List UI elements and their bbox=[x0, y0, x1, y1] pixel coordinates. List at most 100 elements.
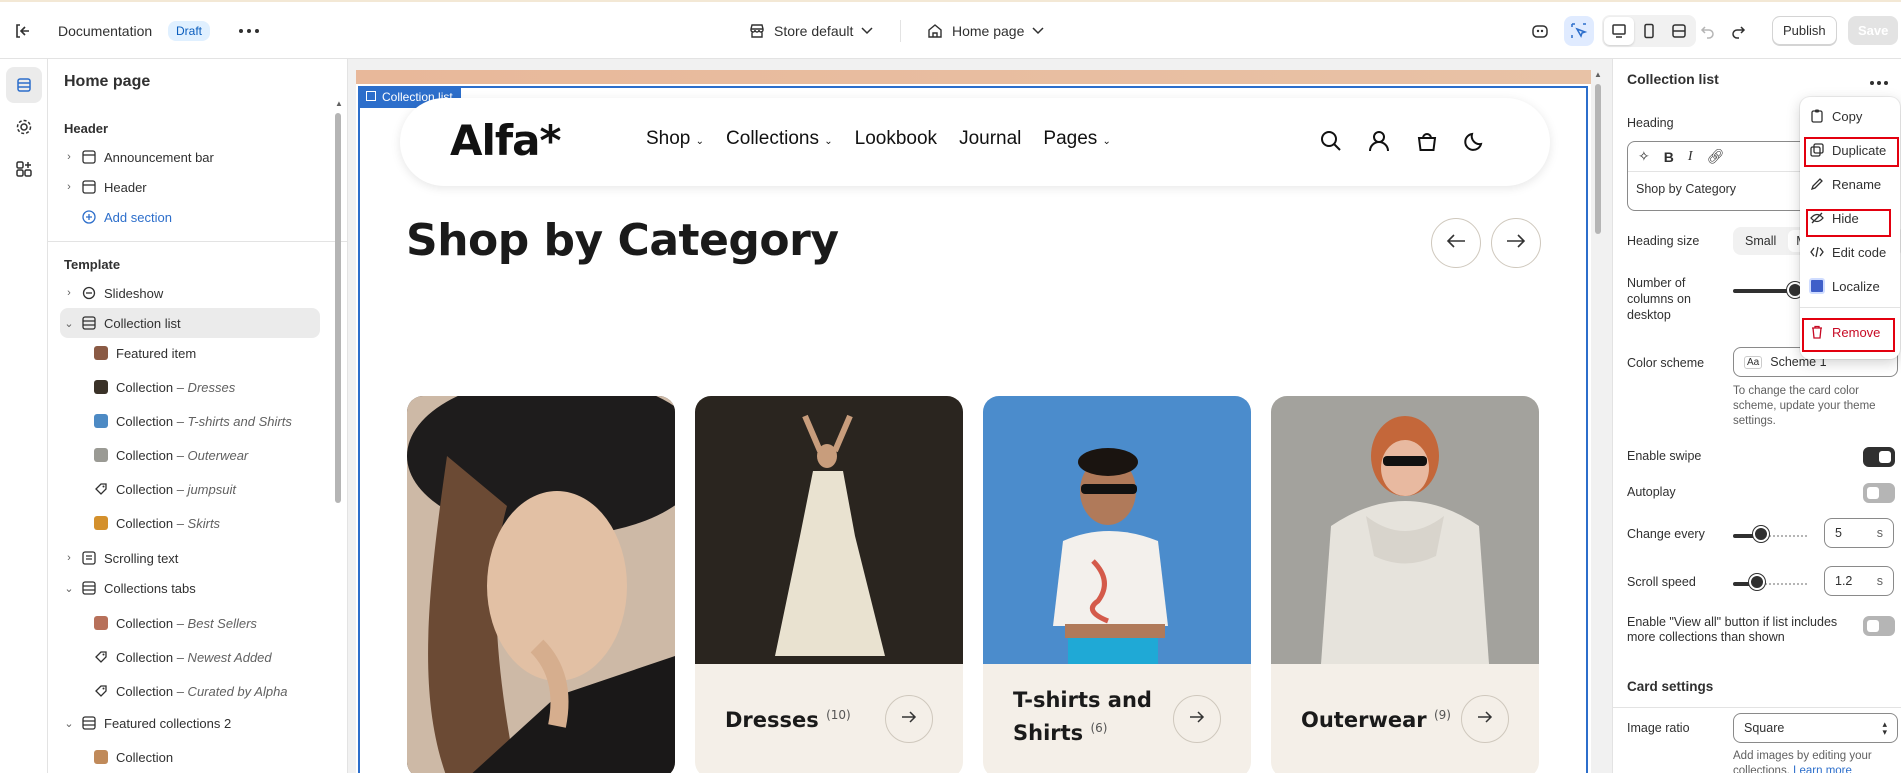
change-every-label: Change every bbox=[1627, 527, 1705, 541]
store-logo[interactable]: Alfa* bbox=[450, 116, 561, 165]
learn-more-link[interactable]: Learn more bbox=[1793, 765, 1852, 773]
context-menu: Copy Duplicate Rename Hide Edit code Loc… bbox=[1800, 97, 1900, 359]
apps-icon[interactable] bbox=[6, 151, 42, 187]
desktop-view-icon[interactable] bbox=[1604, 16, 1634, 45]
add-section-button[interactable]: Add section bbox=[78, 202, 347, 232]
menu-item-hide[interactable]: Hide bbox=[1806, 203, 1900, 233]
ai-sparkle-icon[interactable]: ✧ bbox=[1638, 148, 1650, 165]
icon-rail bbox=[0, 59, 48, 773]
tree-item-collection-newest[interactable]: Collection – Newest Added bbox=[90, 642, 347, 672]
tree-item-featured-collections-2[interactable]: ⌄ Featured collections 2 bbox=[60, 708, 347, 738]
settings-gear-icon[interactable] bbox=[6, 109, 42, 145]
carousel-prev-button[interactable] bbox=[1431, 218, 1481, 268]
chevron-down-icon: ⌄ bbox=[64, 582, 74, 595]
tree-item-collection-curated[interactable]: Collection – Curated by Alpha bbox=[90, 676, 347, 706]
tree-item-slideshow[interactable]: › Slideshow bbox=[60, 278, 347, 308]
account-icon[interactable] bbox=[1368, 130, 1390, 157]
more-options-icon[interactable] bbox=[1869, 73, 1889, 91]
tree-item-label: Collection bbox=[116, 515, 174, 531]
tree-item-collection-jumpsuit[interactable]: Collection – jumpsuit bbox=[90, 474, 347, 504]
scroll-speed-input[interactable]: 1.2 s bbox=[1824, 566, 1894, 596]
preview-scrollbar[interactable]: ▲ bbox=[1592, 70, 1604, 773]
select-chevron-icon: ▴ ▾ bbox=[1882, 719, 1887, 737]
tree-item-collection-skirts[interactable]: Collection – Skirts bbox=[90, 508, 347, 538]
tree-item-collection[interactable]: Collection bbox=[90, 742, 347, 772]
tree-item-collection-outerwear[interactable]: Collection – Outerwear bbox=[90, 440, 347, 470]
tree-item-featured-item[interactable]: Featured item bbox=[90, 338, 347, 368]
collection-arrow-button[interactable] bbox=[885, 695, 933, 743]
tree-item-collection-tshirts[interactable]: Collection – T-shirts and Shirts bbox=[90, 406, 347, 436]
carousel-next-button[interactable] bbox=[1491, 218, 1541, 268]
collection-card-tshirts[interactable]: T-shirts and Shirts (6) bbox=[983, 396, 1251, 773]
inspector-icon[interactable] bbox=[1564, 15, 1594, 46]
tree-item-collection-dresses[interactable]: Collection – Dresses bbox=[90, 372, 347, 402]
redo-icon[interactable] bbox=[1730, 2, 1746, 59]
more-actions-icon[interactable] bbox=[238, 2, 260, 59]
view-all-toggle[interactable] bbox=[1863, 616, 1895, 636]
collection-card-dresses[interactable]: Dresses (10) bbox=[695, 396, 963, 773]
nav-journal[interactable]: Journal bbox=[959, 128, 1021, 150]
tree-item-sub: – Curated by Alpha bbox=[176, 683, 288, 699]
tree-item-collection-list[interactable]: ⌄ Collection list bbox=[60, 308, 320, 338]
scheme-swatch-icon: Aa bbox=[1744, 355, 1763, 369]
columns-label: Number of columns on desktop bbox=[1627, 276, 1691, 322]
color-scheme-label: Color scheme bbox=[1627, 356, 1705, 370]
autoplay-toggle[interactable] bbox=[1863, 483, 1895, 503]
tree-item-label: Collection bbox=[116, 683, 174, 699]
arrow-right-icon bbox=[1189, 710, 1205, 728]
tree-item-label: Slideshow bbox=[104, 285, 164, 301]
collection-card-outerwear[interactable]: Outerwear (9) bbox=[1271, 396, 1539, 773]
bold-icon[interactable]: B bbox=[1664, 149, 1674, 165]
heading-size-small[interactable]: Small bbox=[1733, 234, 1788, 248]
link-icon[interactable]: 🔗︎ bbox=[1707, 148, 1725, 165]
nav-collections[interactable]: Collections ⌄ bbox=[726, 128, 833, 150]
search-icon[interactable] bbox=[1320, 130, 1342, 157]
store-selector[interactable]: Store default bbox=[748, 2, 873, 59]
thumbnail-icon bbox=[90, 616, 112, 630]
nav-lookbook[interactable]: Lookbook bbox=[855, 128, 937, 150]
tree-item-label: Collection bbox=[116, 413, 174, 429]
tree-item-sub: – Newest Added bbox=[176, 649, 272, 665]
exit-icon[interactable] bbox=[12, 2, 32, 59]
section-icon bbox=[78, 150, 100, 164]
collection-card-featured[interactable] bbox=[407, 396, 675, 773]
sections-icon[interactable] bbox=[6, 67, 42, 103]
fullscreen-view-icon[interactable] bbox=[1664, 17, 1694, 45]
nav-shop[interactable]: Shop ⌄ bbox=[646, 128, 704, 150]
menu-item-rename[interactable]: Rename bbox=[1806, 169, 1900, 199]
tree-item-collection-best-sellers[interactable]: Collection – Best Sellers bbox=[90, 608, 347, 638]
home-icon bbox=[926, 22, 944, 40]
page-selector[interactable]: Home page bbox=[926, 2, 1044, 59]
menu-item-copy[interactable]: Copy bbox=[1806, 101, 1900, 131]
chevron-right-icon: › bbox=[67, 287, 71, 299]
settings-title: Collection list bbox=[1627, 71, 1719, 87]
change-every-input[interactable]: 5s bbox=[1824, 518, 1894, 548]
menu-item-localize[interactable]: Localize bbox=[1806, 271, 1900, 301]
enable-swipe-toggle[interactable] bbox=[1863, 447, 1895, 467]
tree-item-header[interactable]: › Header bbox=[60, 172, 347, 202]
menu-item-duplicate[interactable]: Duplicate bbox=[1806, 135, 1900, 165]
publish-button[interactable]: Publish bbox=[1772, 16, 1837, 45]
tree-item-label: Featured item bbox=[116, 345, 197, 361]
tree-item-label: Scrolling text bbox=[104, 550, 179, 566]
menu-item-edit-code[interactable]: Edit code bbox=[1806, 237, 1900, 267]
collection-arrow-button[interactable] bbox=[1461, 695, 1509, 743]
tree-item-collections-tabs[interactable]: ⌄ Collections tabs bbox=[60, 573, 347, 603]
code-icon bbox=[1806, 245, 1828, 259]
text-section-icon bbox=[78, 551, 100, 565]
tree-item-scrolling-text[interactable]: › Scrolling text bbox=[60, 543, 347, 573]
mobile-view-icon[interactable] bbox=[1634, 17, 1664, 45]
theme-moon-icon[interactable] bbox=[1464, 130, 1486, 157]
menu-item-remove[interactable]: Remove bbox=[1806, 317, 1900, 347]
nav-pages[interactable]: Pages ⌄ bbox=[1043, 128, 1111, 150]
tree-scrollbar[interactable]: ▲ bbox=[334, 99, 343, 769]
undo-icon[interactable] bbox=[1700, 2, 1716, 59]
italic-icon[interactable]: I bbox=[1688, 149, 1693, 165]
save-button[interactable]: Save bbox=[1848, 16, 1899, 45]
image-ratio-select[interactable]: Square ▴ ▾ bbox=[1733, 713, 1898, 743]
section-icon bbox=[78, 581, 100, 595]
cart-icon[interactable] bbox=[1416, 130, 1438, 157]
tree-item-announcement-bar[interactable]: › Announcement bar bbox=[60, 142, 347, 172]
ai-icon[interactable] bbox=[1530, 2, 1550, 59]
collection-arrow-button[interactable] bbox=[1173, 695, 1221, 743]
